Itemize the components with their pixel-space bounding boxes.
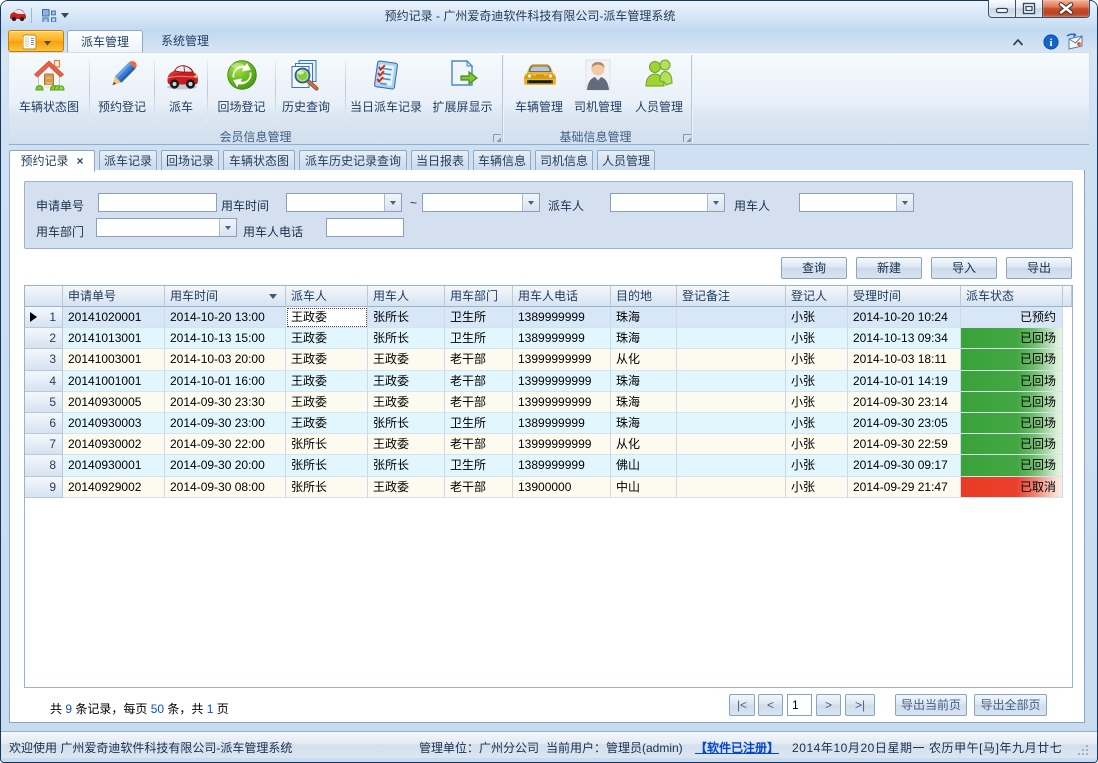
svg-text:i: i — [1049, 37, 1052, 49]
